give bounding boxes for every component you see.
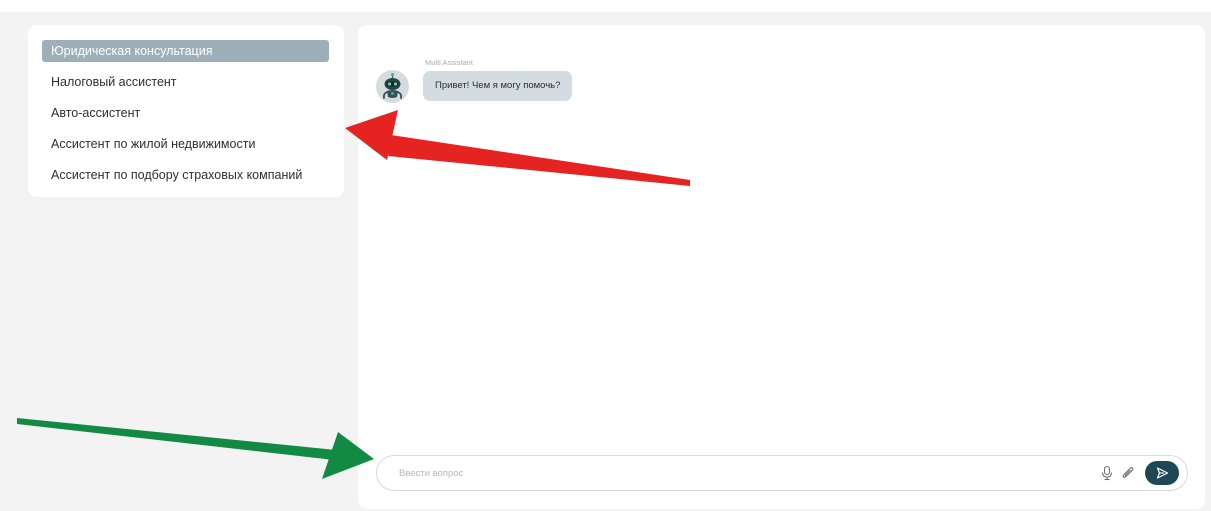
send-button[interactable] [1145,461,1179,485]
robot-avatar-icon [376,70,409,103]
sidebar-item-tax-assistant[interactable]: Налоговый ассистент [42,71,329,93]
assistant-list: Юридическая консультация Налоговый ассис… [28,25,344,197]
sidebar-item-legal-consultation[interactable]: Юридическая консультация [42,40,329,62]
question-input[interactable] [399,465,1059,481]
message-sender: Multi Assistant [425,58,473,67]
top-strip [0,0,1211,12]
microphone-icon[interactable] [1099,465,1115,481]
chat-panel: Multi Assistant Привет! Чем я могу помоч… [358,25,1205,509]
message-composer [376,455,1188,491]
send-icon [1156,467,1169,479]
sidebar-item-insurance-assistant[interactable]: Ассистент по подбору страховых компаний [42,164,329,186]
green-arrow [17,418,374,479]
assistant-message-bubble: Привет! Чем я могу помочь? [423,71,573,101]
sidebar-item-auto-assistant[interactable]: Авто-ассистент [42,102,329,124]
sidebar-item-real-estate-assistant[interactable]: Ассистент по жилой недвижимости [42,133,329,155]
paperclip-icon[interactable] [1120,465,1136,481]
